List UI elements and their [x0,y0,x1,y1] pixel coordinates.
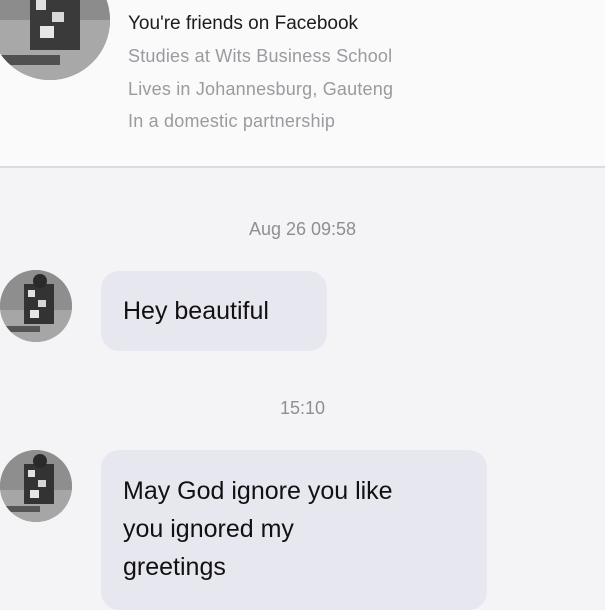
message-text-line: greetings [123,553,226,581]
profile-card: You're friends on Facebook Studies at Wi… [0,0,605,168]
avatar-photo-icon [0,450,72,522]
contact-avatar[interactable] [0,0,110,80]
profile-location: Lives in Johannesburg, Gauteng [128,79,394,99]
message-bubble[interactable]: Hey beautiful [101,271,327,351]
avatar-photo-icon [0,270,72,342]
profile-relationship: In a domestic partnership [128,111,336,131]
avatar-photo-icon [0,0,110,80]
message-text-line: May God ignore you like [123,477,393,505]
message-text: Hey beautiful [123,297,269,325]
message-timestamp: 15:10 [279,398,326,418]
profile-title: You're friends on Facebook [128,13,359,34]
message-text-line: you ignored my [123,515,294,543]
message-timestamp: Aug 26 09:58 [248,219,357,239]
profile-studies: Studies at Wits Business School [128,46,393,66]
sender-avatar[interactable] [0,450,72,522]
message-bubble[interactable]: May God ignore you like you ignored my g… [101,450,487,610]
sender-avatar[interactable] [0,270,72,342]
